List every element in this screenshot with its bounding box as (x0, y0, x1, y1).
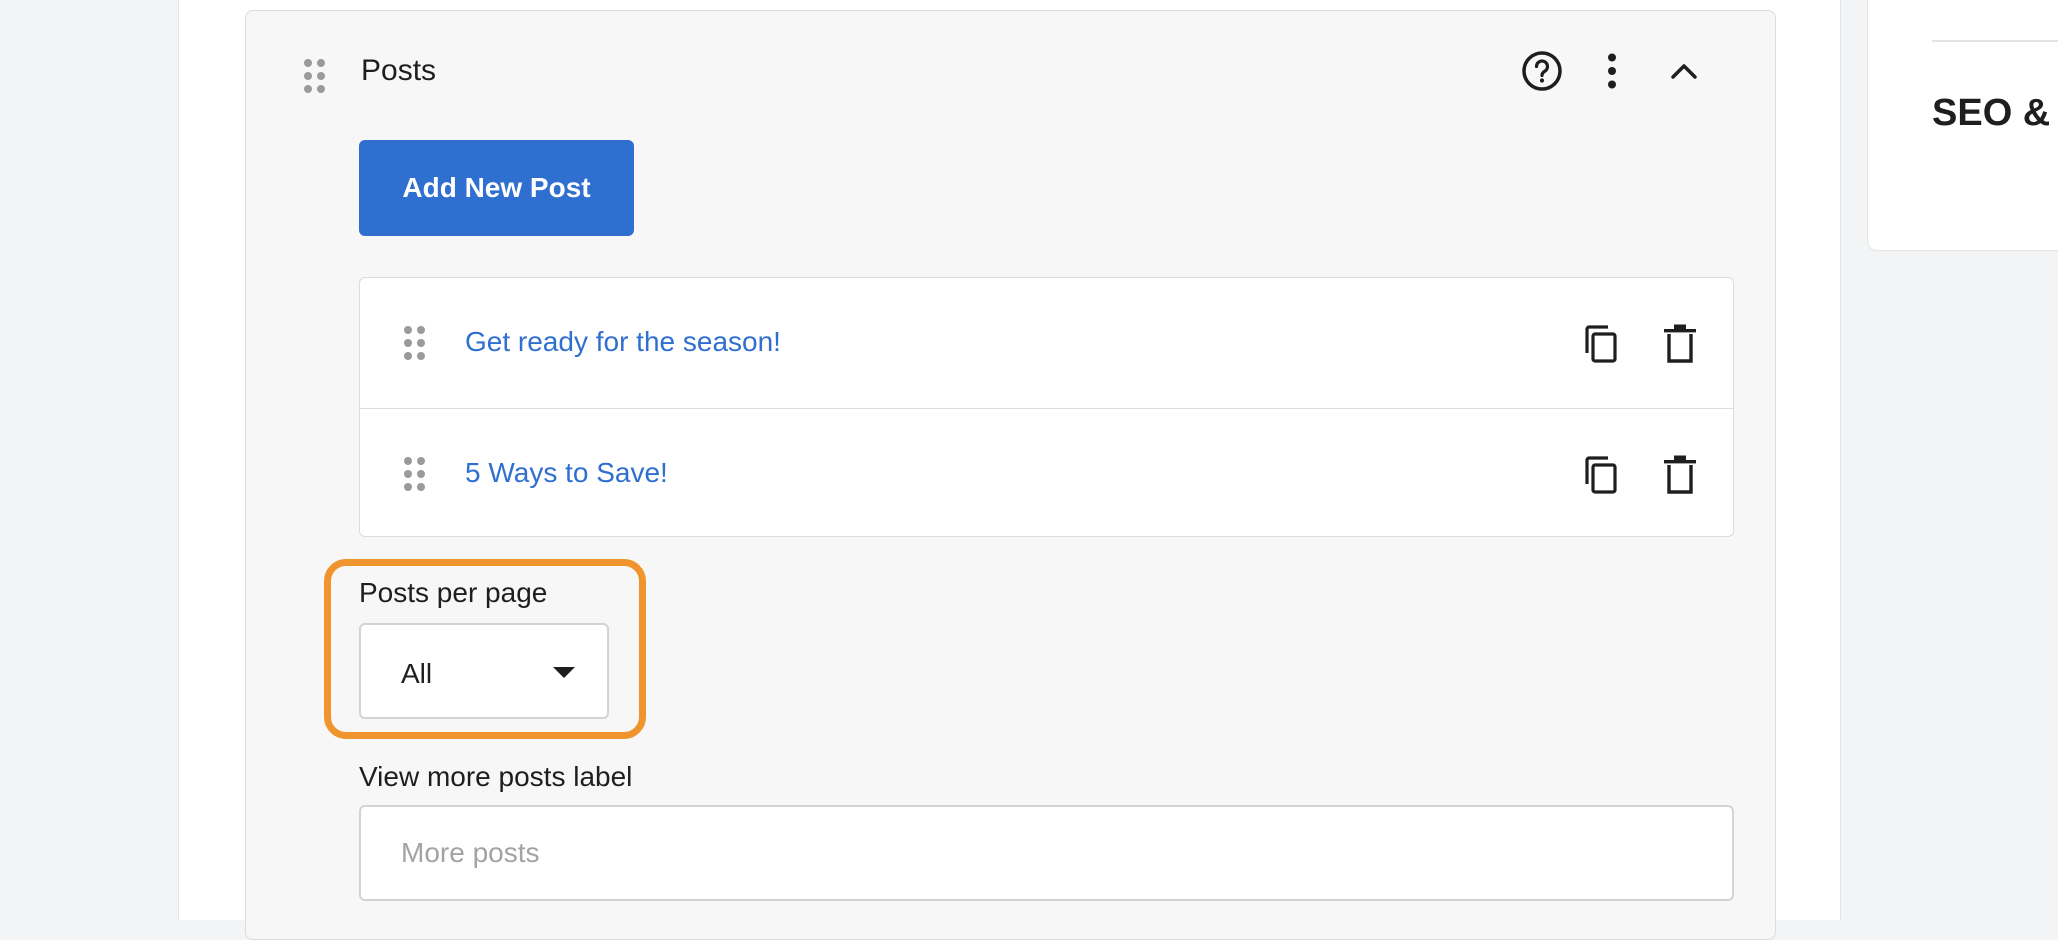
add-new-post-button[interactable]: Add New Post (359, 140, 634, 236)
post-list-item: Get ready for the season! (360, 278, 1733, 408)
trash-icon[interactable] (1662, 323, 1698, 370)
posts-per-page-value: All (401, 658, 433, 689)
posts-block: Posts Add New Post Get ready for the sea… (245, 10, 1776, 940)
post-title-link[interactable]: Get ready for the season! (465, 326, 781, 358)
view-more-posts-label: View more posts label (359, 761, 633, 792)
caret-down-icon (553, 667, 575, 678)
post-title-link[interactable]: 5 Ways to Save! (465, 457, 668, 489)
help-circle-icon[interactable] (1520, 49, 1564, 93)
posts-per-page-select[interactable]: All (359, 623, 609, 719)
view-more-posts-input[interactable] (359, 805, 1734, 901)
post-list: Get ready for the season! 5 Ways to Save… (359, 277, 1734, 537)
post-list-item: 5 Ways to Save! (360, 408, 1733, 536)
posts-block-header: Posts (246, 11, 1775, 136)
side-panel-title: SEO & (1932, 92, 2051, 134)
trash-icon[interactable] (1662, 454, 1698, 501)
post-drag-handle[interactable] (404, 326, 425, 360)
block-title: Posts (361, 54, 437, 87)
side-panel-divider (1932, 40, 2058, 42)
duplicate-icon[interactable] (1582, 323, 1620, 370)
more-vertical-icon[interactable] (1600, 49, 1624, 93)
block-drag-handle[interactable] (304, 59, 325, 93)
post-drag-handle[interactable] (404, 457, 425, 491)
duplicate-icon[interactable] (1582, 454, 1620, 501)
chevron-up-icon[interactable] (1664, 51, 1704, 91)
posts-per-page-label: Posts per page (359, 577, 548, 608)
